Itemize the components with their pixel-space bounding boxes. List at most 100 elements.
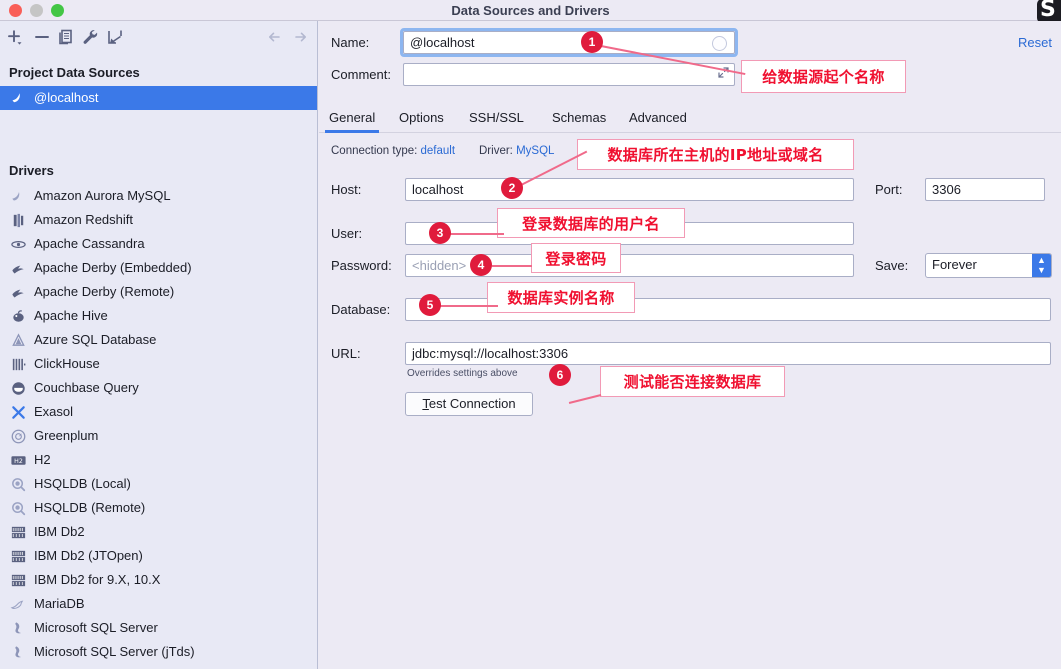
host-label: Host:	[331, 182, 362, 197]
url-label: URL:	[331, 346, 361, 361]
driver-item[interactable]: Apache Derby (Embedded)	[0, 256, 317, 280]
driver-item[interactable]: HSQLDB (Remote)	[0, 496, 317, 520]
tab-ssh-ssl[interactable]: SSH/SSL	[469, 105, 524, 133]
driver-item[interactable]: H2 H2	[0, 448, 317, 472]
tab-advanced[interactable]: Advanced	[629, 105, 687, 133]
app-corner-icon[interactable]: S	[1037, 0, 1061, 23]
driver-label: Driver:	[479, 145, 513, 157]
driver-item[interactable]: Couchbase Query	[0, 376, 317, 400]
import-icon[interactable]	[105, 27, 125, 47]
save-dropdown[interactable]: Forever ▲ ▼	[925, 253, 1052, 278]
annotation-box-1: 给数据源起个名称	[741, 60, 906, 93]
driver-value[interactable]: MySQL	[516, 145, 554, 157]
password-label: Password:	[331, 258, 392, 273]
driver-info: Driver: MySQL	[479, 145, 554, 157]
save-label: Save:	[875, 258, 909, 273]
test-connection-button[interactable]: Test Connection	[405, 392, 533, 416]
driver-label: HSQLDB (Local)	[34, 476, 131, 491]
derby-icon	[10, 260, 27, 277]
data-source-item-localhost[interactable]: @localhost	[0, 86, 317, 110]
annotation-badge-2: 2	[501, 177, 523, 199]
name-label: Name:	[331, 35, 370, 50]
connection-type-value[interactable]: default	[421, 145, 456, 157]
driver-item[interactable]: MongoDB	[0, 664, 317, 669]
connection-type-label: Connection type:	[331, 145, 418, 157]
tab-bar: General Options SSH/SSL Schemas Advanced	[319, 105, 1061, 133]
driver-item[interactable]: IBM Db2 (JTOpen)	[0, 544, 317, 568]
save-stepper-arrows-icon[interactable]: ▲ ▼	[1032, 254, 1051, 277]
driver-item[interactable]: Microsoft SQL Server	[0, 616, 317, 640]
url-input[interactable]: jdbc:mysql://localhost:3306	[405, 342, 1051, 365]
driver-label: Microsoft SQL Server (jTds)	[34, 644, 195, 659]
remove-icon[interactable]	[32, 27, 52, 47]
driver-item[interactable]: Apache Derby (Remote)	[0, 280, 317, 304]
redshift-icon	[10, 212, 27, 229]
driver-label: Apache Hive	[34, 308, 108, 323]
annotation-badge-5: 5	[419, 294, 441, 316]
mssql-icon	[10, 644, 27, 661]
hive-icon	[10, 308, 27, 325]
driver-item[interactable]: Exasol	[0, 400, 317, 424]
driver-label: Amazon Redshift	[34, 212, 133, 227]
driver-label: Exasol	[34, 404, 74, 419]
project-data-sources-heading: Project Data Sources	[9, 65, 140, 80]
forward-arrow-icon[interactable]	[291, 27, 311, 47]
driver-label: Microsoft SQL Server	[34, 620, 158, 635]
user-label: User:	[331, 226, 363, 241]
driver-label: MongoDB	[34, 664, 92, 669]
connector-line-5	[440, 305, 498, 307]
wrench-icon[interactable]	[80, 27, 100, 47]
annotation-badge-3: 3	[429, 222, 451, 244]
name-input[interactable]: @localhost	[403, 31, 735, 54]
copy-icon[interactable]	[56, 27, 76, 47]
driver-label: Greenplum	[34, 428, 99, 443]
reset-link[interactable]: Reset	[1018, 35, 1052, 50]
connection-type-info: Connection type: default	[331, 145, 455, 157]
driver-item[interactable]: HSQLDB (Local)	[0, 472, 317, 496]
cassandra-icon	[10, 236, 27, 253]
hsqldb-icon	[10, 476, 27, 493]
db2-icon	[10, 572, 27, 589]
driver-item[interactable]: Azure SQL Database	[0, 328, 317, 352]
driver-item[interactable]: Amazon Redshift	[0, 208, 317, 232]
data-sources-and-drivers-window: Data Sources and Drivers S Project Data …	[0, 0, 1061, 669]
corner-glyph: S	[1040, 0, 1056, 22]
driver-label: Apache Cassandra	[34, 236, 145, 251]
tab-schemas[interactable]: Schemas	[552, 105, 606, 133]
driver-label: H2	[34, 452, 51, 467]
port-input[interactable]: 3306	[925, 178, 1045, 201]
mssql-icon	[10, 620, 27, 637]
driver-label: Apache Derby (Embedded)	[34, 260, 192, 275]
driver-item[interactable]: Apache Hive	[0, 304, 317, 328]
driver-item[interactable]: Apache Cassandra	[0, 232, 317, 256]
driver-item[interactable]: Greenplum	[0, 424, 317, 448]
add-icon[interactable]	[5, 27, 25, 47]
window-title: Data Sources and Drivers	[451, 3, 610, 18]
driver-label: Amazon Aurora MySQL	[34, 188, 171, 203]
h2-icon: H2	[10, 452, 27, 469]
connector-line-4	[492, 265, 532, 267]
driver-item[interactable]: ClickHouse	[0, 352, 317, 376]
annotation-box-4: 登录密码	[531, 243, 621, 273]
driver-label: HSQLDB (Remote)	[34, 500, 146, 515]
annotation-box-2: 数据库所在主机的IP地址或域名	[577, 139, 854, 170]
driver-item[interactable]: Amazon Aurora MySQL	[0, 184, 317, 208]
annotation-badge-6: 6	[549, 364, 571, 386]
azure-icon	[10, 332, 27, 349]
driver-item[interactable]: IBM Db2	[0, 520, 317, 544]
driver-item[interactable]: MariaDB	[0, 592, 317, 616]
hsqldb-icon	[10, 500, 27, 517]
driver-item[interactable]: Microsoft SQL Server (jTds)	[0, 640, 317, 664]
driver-item[interactable]: IBM Db2 for 9.X, 10.X	[0, 568, 317, 592]
derby-icon	[10, 284, 27, 301]
driver-label: Couchbase Query	[34, 380, 139, 395]
comment-input[interactable]	[403, 63, 735, 86]
mariadb-icon	[10, 596, 27, 613]
url-hint: Overrides settings above	[407, 368, 518, 379]
tab-options[interactable]: Options	[399, 105, 444, 133]
exasol-icon	[10, 404, 27, 421]
host-input[interactable]: localhost	[405, 178, 854, 201]
back-arrow-icon[interactable]	[265, 27, 285, 47]
tab-general[interactable]: General	[324, 105, 380, 133]
driver-label: MariaDB	[34, 596, 85, 611]
